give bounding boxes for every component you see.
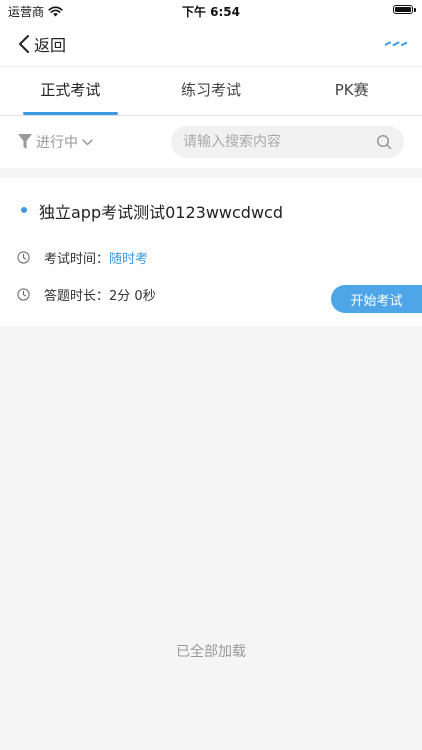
- battery-level: [395, 7, 411, 12]
- load-complete-text: 已全部加载: [176, 644, 246, 660]
- search-icon[interactable]: [376, 134, 392, 150]
- tab-label: 练习考试: [181, 81, 242, 99]
- battery-tip: [414, 8, 416, 12]
- status-bar: 运营商 下午 6:54: [0, 0, 422, 22]
- back-label: 返回: [34, 36, 67, 55]
- exam-duration-label: 答题时长：: [44, 289, 110, 304]
- status-time: 下午 6:54: [181, 5, 241, 19]
- filter-bar: 进行中: [0, 116, 422, 168]
- back-button[interactable]: 返回: [18, 32, 66, 56]
- active-tab-indicator: [23, 112, 118, 115]
- start-exam-button[interactable]: 开始考试: [331, 285, 422, 313]
- status-filter-dropdown[interactable]: 进行中: [18, 132, 93, 152]
- exam-time-row: 考试时间： 随时考: [17, 248, 148, 267]
- clock-icon: [17, 288, 30, 301]
- chevron-left-icon: [19, 35, 29, 53]
- search-box: [171, 126, 404, 158]
- exam-duration-row: 答题时长： 2分 0秒: [17, 285, 156, 304]
- exam-time-value: 随时考: [109, 252, 149, 267]
- search-input[interactable]: [183, 126, 363, 158]
- bullet-dot: [21, 207, 27, 213]
- chevron-down-icon: [82, 138, 93, 145]
- tab-pk-contest[interactable]: PK赛: [281, 67, 422, 115]
- tab-label: PK赛: [334, 81, 369, 99]
- battery-icon: [393, 5, 413, 14]
- more-button[interactable]: [384, 34, 408, 54]
- filter-icon: [18, 134, 32, 149]
- exam-title[interactable]: 独立app考试测试0123wwcdwcd: [39, 199, 283, 223]
- status-filter-label: 进行中: [36, 135, 78, 151]
- exam-tabs: 正式考试 练习考试 PK赛: [0, 66, 422, 116]
- exam-duration-value: 2分 0秒: [109, 289, 156, 304]
- more-icon: [385, 41, 407, 46]
- exam-time-label: 考试时间：: [44, 252, 110, 267]
- tab-practice-exam[interactable]: 练习考试: [141, 67, 282, 115]
- clock-icon: [17, 251, 30, 264]
- nav-bar: 返回: [0, 22, 422, 66]
- tab-label: 正式考试: [40, 81, 101, 99]
- tab-formal-exam[interactable]: 正式考试: [0, 67, 141, 115]
- exam-card: 独立app考试测试0123wwcdwcd 考试时间： 随时考 答题时长： 2分 …: [0, 178, 422, 326]
